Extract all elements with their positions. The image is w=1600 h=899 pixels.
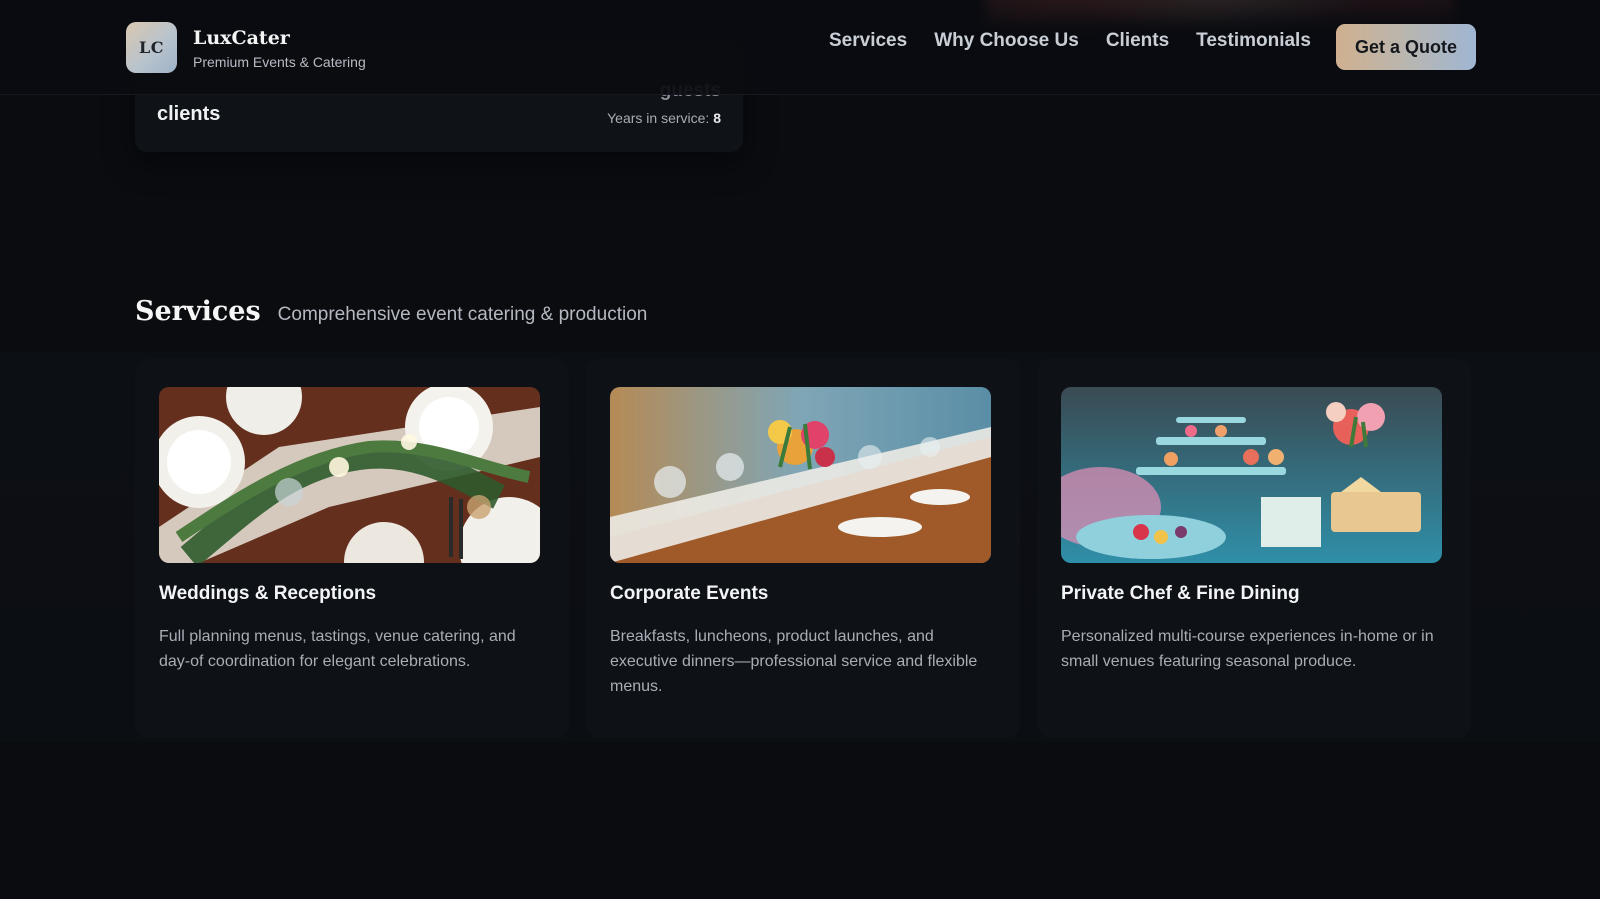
services-subtitle: Comprehensive event catering & productio… [277, 304, 648, 325]
services-title: Services [135, 296, 261, 327]
stats-years-in-service: Years in service: 8 [607, 110, 721, 126]
service-card-private-chef[interactable]: Private Chef & Fine Dining Personalized … [1037, 358, 1471, 738]
card-description: Breakfasts, luncheons, product launches,… [610, 628, 978, 695]
site-header: LC LuxCater Premium Events & Catering Se… [0, 0, 1600, 95]
card-description: Personalized multi-course experiences in… [1061, 628, 1434, 670]
brand-name: LuxCater [193, 26, 290, 49]
nav-services[interactable]: Services [829, 30, 907, 52]
service-card-corporate[interactable]: Corporate Events Breakfasts, luncheons, … [586, 358, 1020, 738]
dessert-buffet-photo [1061, 387, 1442, 563]
nav-clients[interactable]: Clients [1106, 30, 1169, 52]
services-heading: Services Comprehensive event catering & … [135, 296, 647, 327]
card-description: Full planning menus, tastings, venue cat… [159, 628, 516, 670]
wedding-table-image [159, 387, 540, 563]
logo-icon: LC [126, 22, 177, 73]
stats-clients-label: clients [157, 103, 221, 125]
stats-years-label: Years in service: [607, 110, 710, 126]
card-title: Weddings & Receptions [159, 583, 377, 604]
corporate-banquet-photo [610, 387, 991, 563]
nav-testimonials[interactable]: Testimonials [1196, 30, 1311, 52]
brand-tagline: Premium Events & Catering [193, 53, 366, 70]
brand[interactable]: LC LuxCater Premium Events & Catering [126, 22, 366, 73]
main-nav: Services Why Choose Us Clients Testimoni… [829, 30, 1338, 52]
get-a-quote-button[interactable]: Get a Quote [1336, 24, 1476, 70]
wedding-table-photo [159, 387, 540, 563]
card-title: Corporate Events [610, 583, 769, 604]
brand-text: LuxCater Premium Events & Catering [193, 26, 366, 70]
corporate-banquet-image [610, 387, 991, 563]
service-card-weddings[interactable]: Weddings & Receptions Full planning menu… [135, 358, 569, 738]
card-title: Private Chef & Fine Dining [1061, 583, 1300, 604]
nav-why-choose-us[interactable]: Why Choose Us [934, 30, 1079, 52]
stats-years-value: 8 [713, 110, 721, 126]
dessert-buffet-image [1061, 387, 1442, 563]
